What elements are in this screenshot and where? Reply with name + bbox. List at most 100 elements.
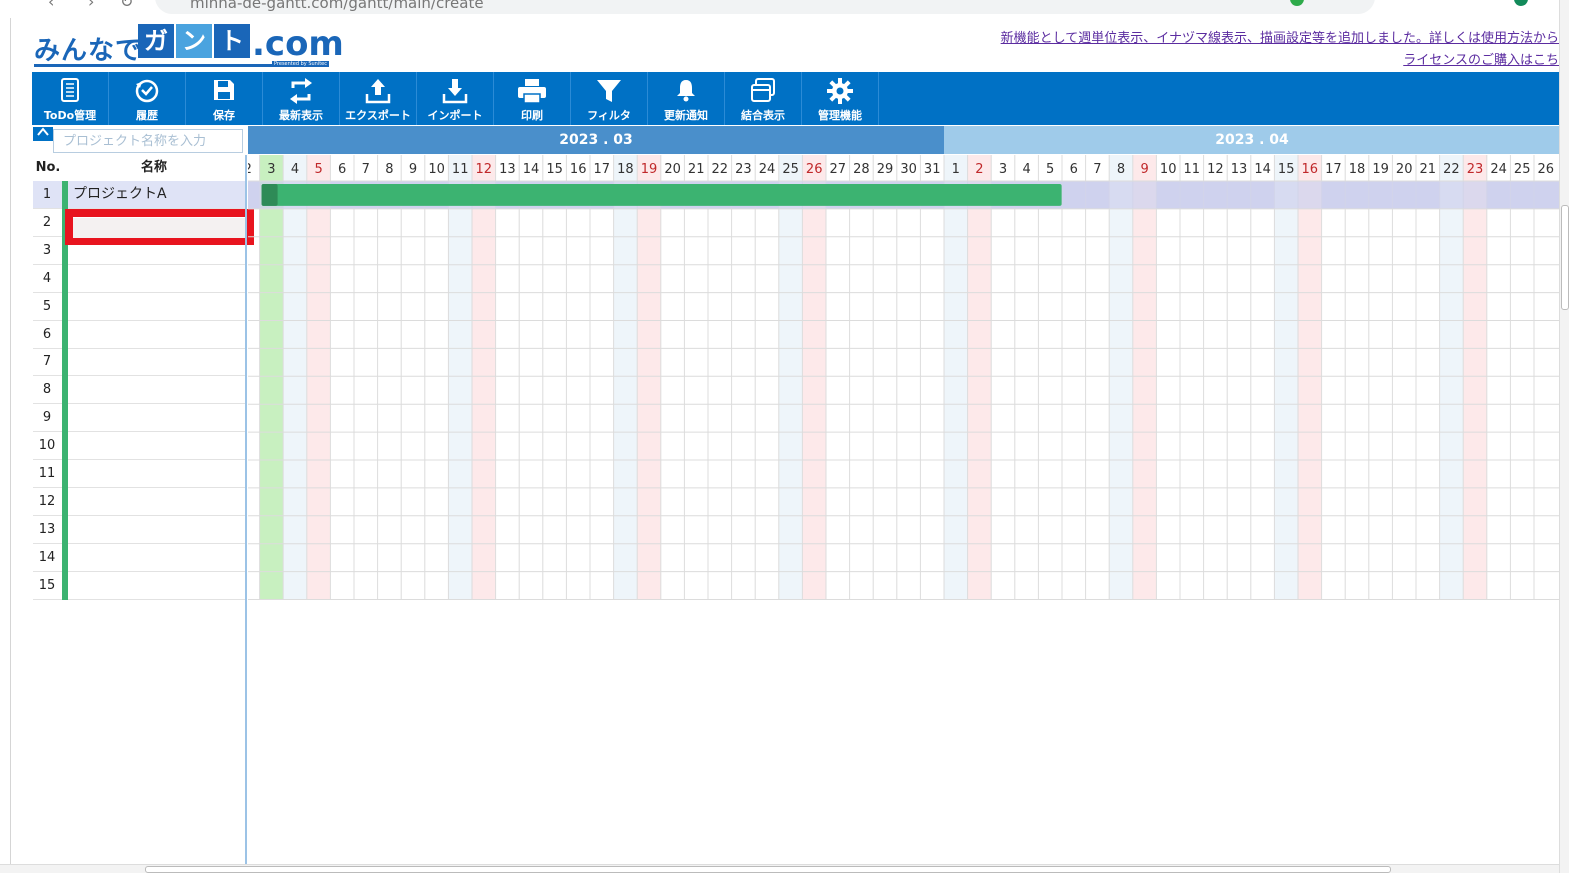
notice-license-link[interactable]: ライセンスのご購入はこち <box>1403 49 1559 68</box>
toolbar-label: ToDo管理 <box>43 109 97 122</box>
row-drag-handle[interactable] <box>62 460 68 488</box>
day-column-sun <box>802 155 826 600</box>
day-label: 12 <box>476 162 493 177</box>
toolbar-label: 印刷 <box>521 109 543 122</box>
day-label: 21 <box>1420 162 1437 177</box>
table-row[interactable]: 1 プロジェクトA <box>33 181 245 209</box>
table-row[interactable]: 11 <box>33 460 245 488</box>
row-drag-handle[interactable] <box>62 376 68 405</box>
table-row[interactable]: 7 <box>33 348 245 377</box>
row-drag-handle[interactable] <box>62 432 68 461</box>
day-label: 11 <box>1184 162 1201 177</box>
table-row[interactable]: 4 <box>33 264 245 293</box>
month-header-april: 2023 . 04 <box>944 126 1560 154</box>
gantt-chart-grid[interactable]: 2345678910111213141516171819202122232425… <box>248 155 1560 600</box>
day-label: 22 <box>1443 162 1460 177</box>
day-column-sun <box>472 155 496 600</box>
row-drag-handle[interactable] <box>62 320 68 349</box>
day-label: 14 <box>523 162 540 177</box>
column-header-no: No. <box>35 160 61 175</box>
row-drag-handle[interactable] <box>62 515 68 544</box>
task-name[interactable]: プロジェクトA <box>73 181 167 208</box>
filter-icon <box>571 78 647 104</box>
forward-icon[interactable]: › <box>88 0 94 11</box>
toolbar-export-button[interactable]: エクスポート <box>340 72 417 125</box>
toolbar-save-button[interactable]: 保存 <box>186 72 263 125</box>
toolbar-admin-button[interactable]: 管理機能 <box>802 72 879 125</box>
row-drag-handle[interactable] <box>62 404 68 433</box>
toolbar-combined-view-button[interactable]: 結合表示 <box>725 72 802 125</box>
back-icon[interactable]: ‹ <box>48 0 54 11</box>
row-drag-handle[interactable] <box>62 292 68 321</box>
profile-avatar[interactable] <box>1514 0 1528 6</box>
toolbar-label: インポート <box>427 109 483 122</box>
day-column-sun <box>1298 155 1322 600</box>
row-number: 15 <box>38 577 56 593</box>
row-drag-handle[interactable] <box>62 264 68 293</box>
row-number: 2 <box>42 214 52 230</box>
url-text[interactable]: minna-de-gantt.com/gantt/main/create <box>190 0 484 12</box>
day-label: 9 <box>409 162 417 177</box>
table-row[interactable]: 8 <box>33 376 245 405</box>
history-icon <box>109 78 185 104</box>
table-row[interactable]: 14 <box>33 543 245 572</box>
pane-splitter[interactable] <box>245 155 247 867</box>
task-name-input[interactable] <box>73 217 246 238</box>
day-label: 24 <box>759 162 776 177</box>
horizontal-scroll-thumb[interactable] <box>145 866 1391 873</box>
main-toolbar: ToDo管理 履歴 保存 最新表示 エクスポート インポート 印刷 フィルタ 更… <box>32 72 1560 125</box>
row-drag-handle[interactable] <box>62 348 68 377</box>
row-drag-handle[interactable] <box>62 571 68 600</box>
notebook-icon <box>32 78 108 104</box>
table-row[interactable]: 13 <box>33 515 245 544</box>
row-drag-handle[interactable] <box>62 487 68 516</box>
task-name-edit-box[interactable] <box>65 209 254 245</box>
project-name-input[interactable] <box>53 129 243 153</box>
site-logo[interactable]: みんなで ガ ン ト .com Presented by Sunitec <box>34 24 344 70</box>
row-number: 3 <box>42 242 52 258</box>
day-label: 8 <box>385 162 393 177</box>
toolbar-history-button[interactable]: 履歴 <box>109 72 186 125</box>
browser-address-bar: ‹ › ↻ minna-de-gantt.com/gantt/main/crea… <box>0 0 1569 18</box>
day-label: 29 <box>877 162 894 177</box>
day-column-sat <box>778 155 803 600</box>
reload-icon[interactable]: ↻ <box>120 0 133 11</box>
vertical-scroll-thumb[interactable] <box>1561 205 1569 310</box>
day-column-sat <box>283 155 307 600</box>
toolbar-label: 管理機能 <box>818 109 862 122</box>
row-drag-handle[interactable] <box>62 181 68 209</box>
table-row[interactable]: 12 <box>33 487 245 516</box>
toolbar-notify-button[interactable]: 更新通知 <box>648 72 725 125</box>
logo-prefix: みんなで <box>34 36 143 66</box>
table-row[interactable]: 9 <box>33 404 245 433</box>
day-label: 26 <box>1538 162 1555 177</box>
day-label: 9 <box>1140 162 1148 177</box>
day-label: 23 <box>1467 162 1484 177</box>
toolbar-label: エクスポート <box>345 109 411 122</box>
toolbar-refresh-button[interactable]: 最新表示 <box>263 72 340 125</box>
toolbar-import-button[interactable]: インポート <box>417 72 494 125</box>
logo-box-1: ガ <box>138 24 174 58</box>
collapse-header-button[interactable] <box>33 127 53 141</box>
toolbar-print-button[interactable]: 印刷 <box>494 72 571 125</box>
task-bar[interactable] <box>261 184 1062 206</box>
day-column-today <box>259 155 284 600</box>
table-row[interactable]: 6 <box>33 320 245 349</box>
row-drag-handle[interactable] <box>62 543 68 572</box>
table-row[interactable]: 10 <box>33 432 245 461</box>
day-column-sun <box>306 155 331 600</box>
table-row[interactable]: 5 <box>33 292 245 321</box>
day-column-sun <box>1132 155 1157 600</box>
day-column-sat <box>1109 155 1133 600</box>
day-label: 10 <box>428 162 445 177</box>
toolbar-filter-button[interactable]: フィルタ <box>571 72 648 125</box>
toolbar-label: 更新通知 <box>664 109 708 122</box>
day-label: 15 <box>1278 162 1295 177</box>
table-row[interactable]: 15 <box>33 571 245 600</box>
toolbar-todo-button[interactable]: ToDo管理 <box>32 72 109 125</box>
day-label: 15 <box>546 162 563 177</box>
notice-new-features-link[interactable]: 新機能として週単位表示、イナヅマ線表示、描画設定等を追加しました。詳しくは使用方… <box>1001 27 1559 46</box>
day-label: 7 <box>1093 162 1101 177</box>
vertical-scrollbar[interactable] <box>1559 0 1569 873</box>
day-label: 19 <box>641 162 658 177</box>
